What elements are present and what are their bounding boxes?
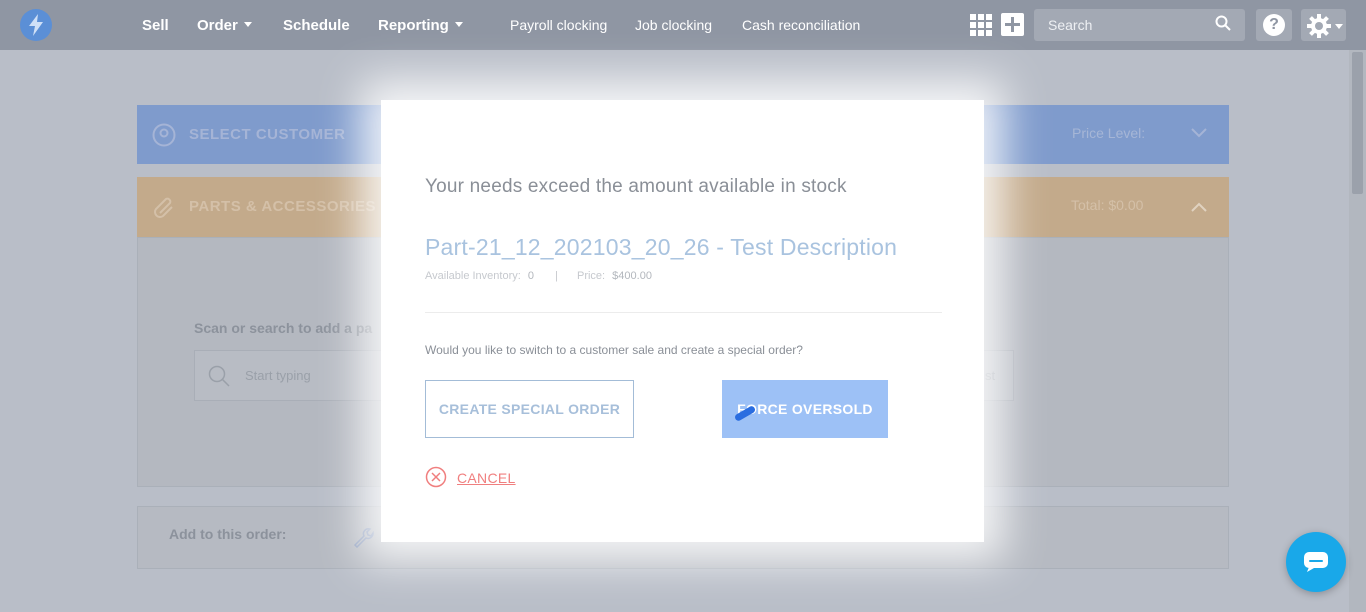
- chevron-down-icon: [1335, 24, 1343, 29]
- nav-reporting[interactable]: Reporting: [378, 0, 463, 50]
- scan-extra-text: st: [985, 368, 996, 383]
- modal-divider: [425, 312, 942, 313]
- chevron-down-icon: [1191, 128, 1207, 138]
- chevron-down-icon: [454, 22, 463, 27]
- nav-order-label: Order: [197, 17, 238, 34]
- scan-label: Scan or search to add a pa: [194, 320, 373, 336]
- person-icon: [152, 123, 176, 147]
- parts-accessories-title: PARTS & ACCESSORIES: [189, 198, 377, 215]
- parts-total: Total: $0.00: [1071, 197, 1144, 213]
- collapse-parts-button[interactable]: [1169, 177, 1229, 237]
- price-label: Price:: [576, 270, 606, 282]
- stock-warning-modal: Your needs exceed the amount available i…: [381, 100, 984, 542]
- search-icon[interactable]: [1215, 15, 1231, 31]
- special-order-question: Would you like to switch to a customer s…: [425, 343, 803, 357]
- expand-customer-button[interactable]: [1169, 105, 1229, 164]
- nav-sell[interactable]: Sell: [142, 0, 169, 50]
- force-oversold-label: FORCE OVERSOLD: [737, 401, 873, 417]
- part-meta: Available Inventory: 0 | Price: $400.00: [425, 270, 652, 282]
- search-box: [1034, 9, 1245, 41]
- add-to-order-label: Add to this order:: [169, 526, 287, 542]
- select-customer-title: SELECT CUSTOMER: [189, 126, 346, 143]
- price-value: $400.00: [612, 270, 652, 282]
- settings-button[interactable]: [1301, 9, 1346, 41]
- nav-job-clocking[interactable]: Job clocking: [635, 0, 712, 50]
- search-input[interactable]: [1034, 9, 1214, 41]
- price-level-label: Price Level:: [1072, 125, 1146, 141]
- available-inventory-value: 0: [527, 270, 534, 282]
- meta-separator: |: [555, 270, 558, 282]
- paperclip-icon: [154, 197, 173, 218]
- gear-icon: [1307, 14, 1331, 38]
- chevron-down-icon: [243, 22, 252, 27]
- available-inventory-label: Available Inventory:: [425, 270, 521, 282]
- create-special-order-button[interactable]: CREATE SPECIAL ORDER: [425, 380, 634, 438]
- chat-button[interactable]: [1286, 532, 1346, 592]
- nav-cash-reconciliation[interactable]: Cash reconciliation: [742, 0, 860, 50]
- add-new-button[interactable]: [1001, 13, 1024, 36]
- help-button[interactable]: ?: [1256, 9, 1292, 41]
- close-circle-icon[interactable]: [425, 466, 447, 488]
- nav-payroll-clocking[interactable]: Payroll clocking: [510, 0, 607, 50]
- top-nav-bar: Sell Order Schedule Reporting Payroll cl…: [0, 0, 1366, 50]
- nav-schedule[interactable]: Schedule: [283, 0, 350, 50]
- nav-reporting-label: Reporting: [378, 17, 449, 34]
- cancel-link[interactable]: CANCEL: [457, 470, 516, 486]
- nav-order[interactable]: Order: [197, 0, 252, 50]
- search-icon: [208, 365, 230, 387]
- chat-icon: [1304, 552, 1328, 572]
- force-oversold-button[interactable]: FORCE OVERSOLD: [722, 380, 888, 438]
- scrollbar-thumb[interactable]: [1352, 52, 1363, 194]
- chevron-up-icon: [1191, 202, 1207, 212]
- help-icon: ?: [1263, 14, 1285, 36]
- grid-icon[interactable]: [970, 14, 992, 36]
- logo-icon[interactable]: [20, 9, 52, 41]
- modal-heading: Your needs exceed the amount available i…: [425, 176, 847, 197]
- page-scrollbar[interactable]: [1349, 50, 1366, 612]
- part-name: Part-21_12_202103_20_26 - Test Descripti…: [425, 234, 898, 260]
- wrench-icon[interactable]: [352, 526, 374, 548]
